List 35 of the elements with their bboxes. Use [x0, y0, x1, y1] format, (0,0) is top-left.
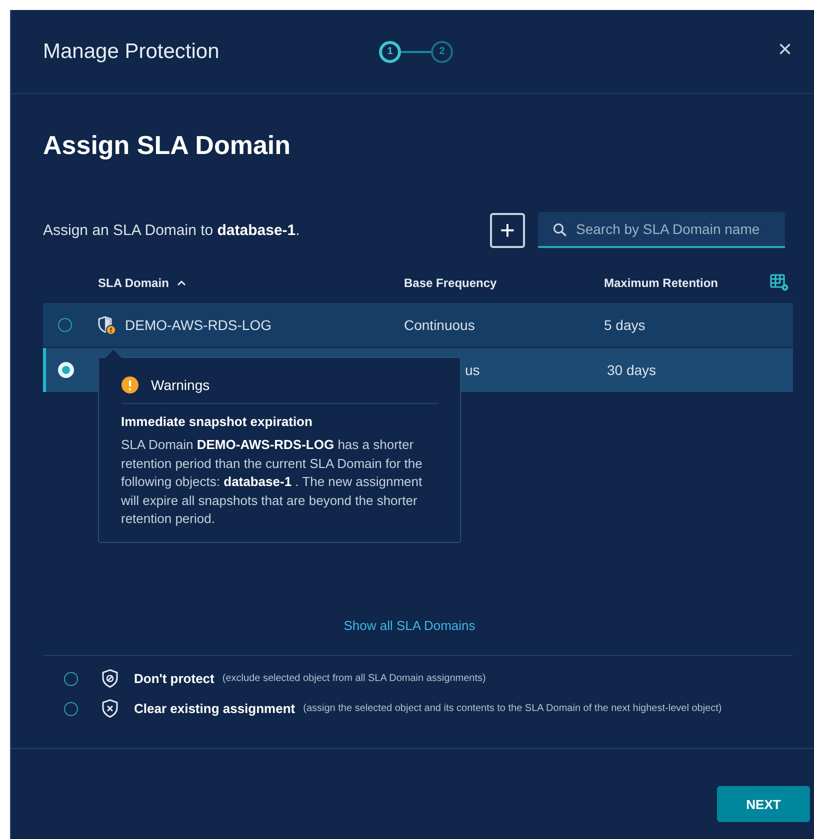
shield-x-icon: [102, 699, 118, 718]
option-note: (exclude selected object from all SLA Domain assignments): [222, 673, 486, 684]
radio-button[interactable]: [64, 702, 78, 716]
warning-message: SLA Domain DEMO-AWS-RDS-LOG has a shorter retention period than the current SLA Domain for the following objects: database-1 . The new assignment will expire all snapshots that are beyond the shorter retention period.: [121, 436, 424, 528]
table-settings-icon[interactable]: [770, 274, 790, 292]
description-text: Assign an SLA Domain to database-1.: [43, 222, 301, 238]
column-header[interactable]: SLA Domain: [98, 276, 169, 290]
frequency-cell: Continuous: [404, 317, 475, 333]
retention-cell-text: 5 days: [604, 317, 646, 333]
close-button[interactable]: ×: [778, 38, 792, 62]
option-label[interactable]: Clear existing assignment: [134, 701, 296, 716]
column-header[interactable]: Maximum Retention: [604, 276, 718, 290]
option-note: (assign the selected object and its contents to the SLA Domain of the next highest-level object): [303, 703, 722, 714]
add-button[interactable]: +: [490, 212, 525, 248]
sort-icon[interactable]: [176, 280, 186, 286]
option-label[interactable]: Don't protect: [134, 671, 214, 686]
step-indicator: 2: [431, 40, 453, 62]
tooltip-title: Warnings: [151, 377, 210, 393]
sla-domain-name: DEMO-AWS-RDS-LOG: [125, 317, 272, 333]
warning-icon: [121, 376, 139, 394]
warning-subtitle: Immediate snapshot expiration: [121, 414, 314, 429]
shield-icon: [102, 669, 118, 688]
page-heading: Assign SLA Domain: [42, 129, 292, 162]
step-indicator: 1: [379, 40, 401, 62]
column-header[interactable]: Base Frequency: [404, 276, 497, 290]
search-icon: [553, 223, 567, 237]
dialog-title: Manage Protection: [43, 40, 220, 64]
frequency-cell: us: [465, 362, 480, 378]
retention-cell-text: 30 days: [607, 362, 658, 378]
next-button[interactable]: NEXT: [717, 786, 810, 822]
table-row[interactable]: DEMO-AWS-RDS-LOG Continuous 5 days: [43, 303, 793, 347]
show-all-link[interactable]: Show all SLA Domains: [344, 618, 476, 633]
radio-button[interactable]: [64, 672, 78, 686]
search-field[interactable]: Search by SLA Domain name: [538, 212, 785, 248]
radio-button[interactable]: [58, 318, 72, 332]
